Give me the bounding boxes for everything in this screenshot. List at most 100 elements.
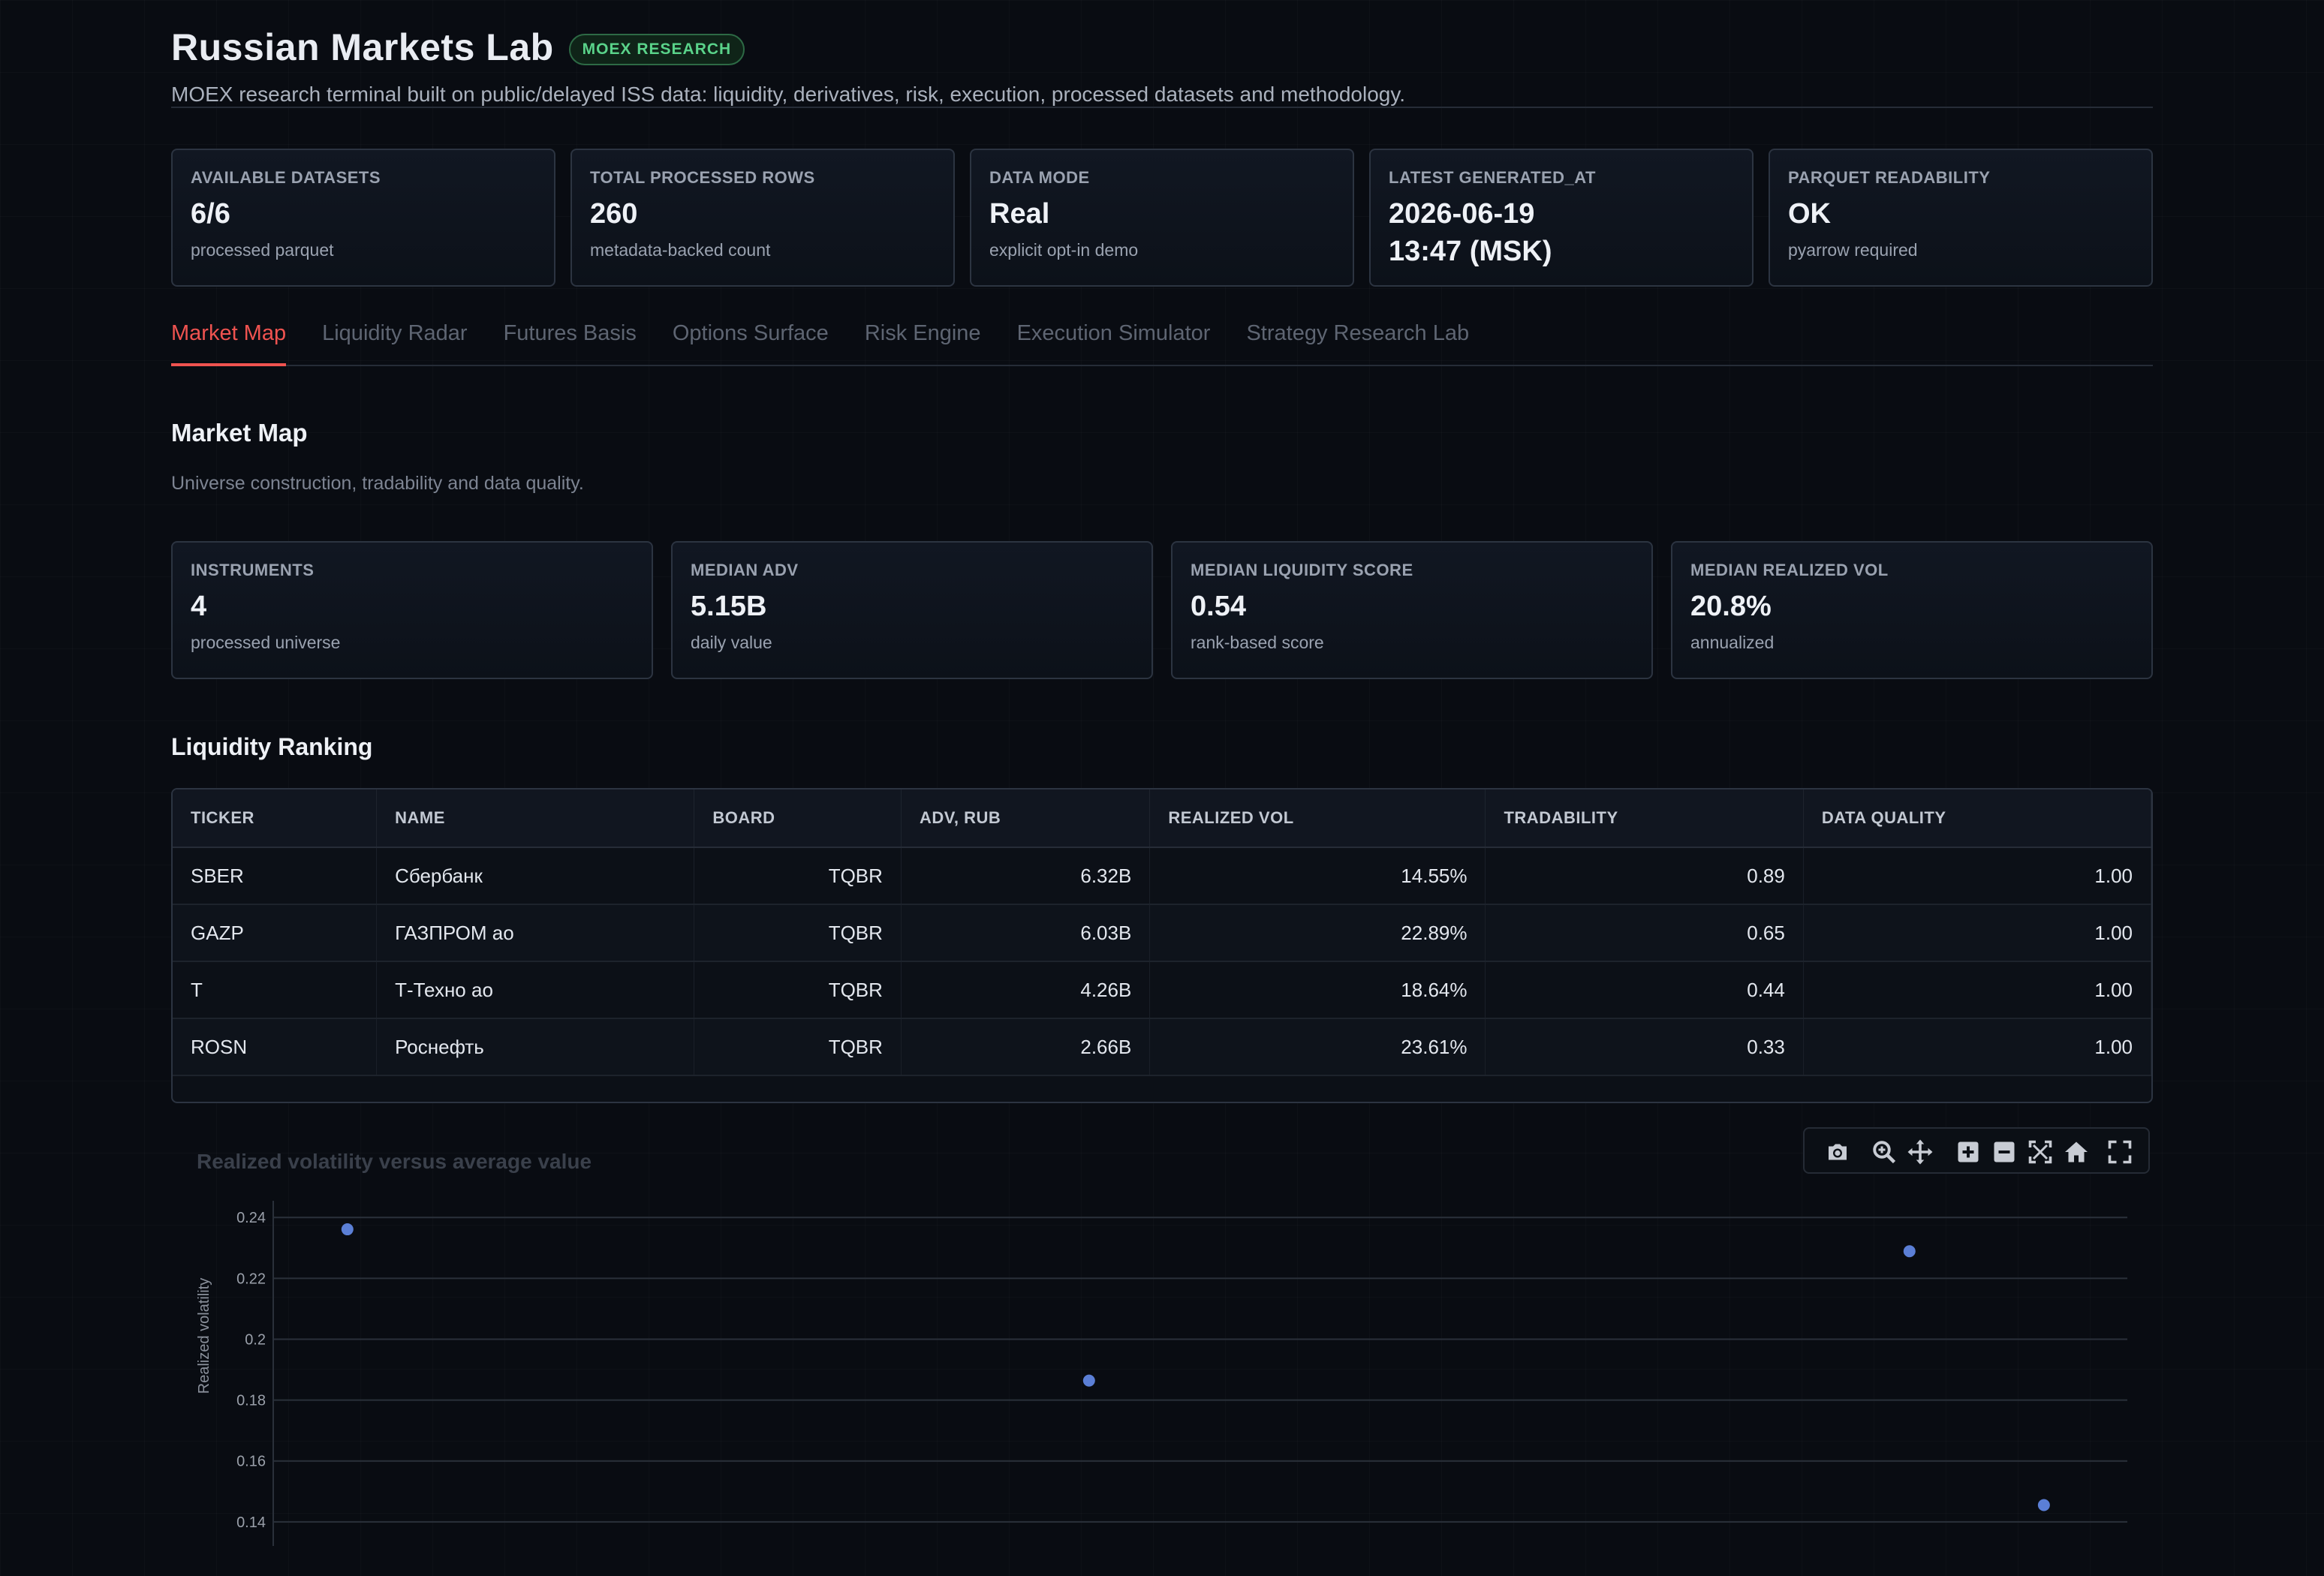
kpi-value: OK: [1788, 198, 1831, 230]
tab-market-map[interactable]: Market Map: [171, 312, 287, 366]
y-tick-label: 0.18: [236, 1393, 266, 1409]
section-subtitle: Universe construction, tradability and d…: [171, 473, 584, 494]
summary-value: 4: [191, 591, 207, 622]
y-axis-label: Realized volatility: [196, 1278, 212, 1394]
tab-execution-simulator[interactable]: Execution Simulator: [1017, 312, 1211, 365]
kpi-value-time: 13:47 (MSK): [1389, 236, 1552, 267]
column-header[interactable]: TICKER: [173, 790, 378, 848]
status-badge: MOEX RESEARCH: [568, 34, 745, 65]
scatter-plot[interactable]: 0.240.220.20.180.160.14 2.5B3B3.5B4B4.5B…: [171, 1126, 2153, 1546]
kpi-sub: metadata-backed count: [590, 240, 771, 260]
summary-card: INSTRUMENTS 4 processed universe: [171, 541, 653, 679]
table-row[interactable]: GAZP ГАЗПРОМ ао TQBR 6.03B 22.89% 0.65 1…: [173, 904, 2151, 962]
cell-ticker: GAZP: [173, 904, 378, 962]
section-title: Market Map: [171, 419, 308, 447]
cell-quality: 1.00: [1803, 904, 2151, 962]
scatter-point[interactable]: [1082, 1374, 1095, 1387]
tab-options-surface[interactable]: Options Surface: [673, 312, 829, 365]
summary-kpis: INSTRUMENTS 4 processed universe MEDIAN …: [171, 541, 2153, 679]
cell-board: TQBR: [694, 847, 902, 905]
cell-adv: 2.66B: [901, 1018, 1151, 1076]
liquidity-ranking-table: TICKER NAME BOARD ADV, RUB REALIZED VOL …: [171, 788, 2153, 1103]
cell-tradability: 0.44: [1485, 961, 1804, 1019]
kpi-label: DATA MODE: [989, 168, 1090, 187]
cell-board: TQBR: [694, 904, 902, 962]
column-header[interactable]: ADV, RUB: [901, 790, 1151, 848]
cell-vol: 23.61%: [1149, 1018, 1486, 1076]
table-header-row: TICKER NAME BOARD ADV, RUB REALIZED VOL …: [173, 790, 2151, 848]
cell-ticker: T: [173, 961, 378, 1019]
cell-quality: 1.00: [1803, 1018, 2151, 1076]
kpi-value: Real: [989, 198, 1050, 230]
scatter-point[interactable]: [341, 1223, 354, 1236]
y-tick-label: 0.22: [236, 1271, 266, 1287]
summary-sub: rank-based score: [1191, 633, 1324, 652]
cell-tradability: 0.65: [1485, 904, 1804, 962]
column-header[interactable]: NAME: [376, 790, 695, 848]
cell-vol: 18.64%: [1149, 961, 1486, 1019]
y-tick-label: 0.16: [236, 1454, 266, 1470]
summary-label: MEDIAN ADV: [691, 561, 799, 579]
kpi-sub: explicit opt-in demo: [989, 240, 1139, 260]
kpi-card: DATA MODE Real explicit opt-in demo: [970, 149, 1354, 287]
summary-label: INSTRUMENTS: [191, 561, 315, 579]
app-title: Russian Markets Lab: [171, 26, 554, 68]
cell-ticker: SBER: [173, 847, 378, 905]
cell-name: Т-Техно ао: [376, 961, 695, 1019]
cell-name: Сбербанк: [376, 847, 695, 905]
cell-adv: 6.03B: [901, 904, 1151, 962]
cell-tradability: 0.33: [1485, 1018, 1804, 1076]
summary-card: MEDIAN ADV 5.15B daily value: [671, 541, 1153, 679]
cell-vol: 22.89%: [1149, 904, 1486, 962]
kpi-card: LATEST GENERATED_AT 2026-06-19 13:47 (MS…: [1369, 149, 1754, 287]
summary-value: 0.54: [1191, 591, 1246, 622]
y-tick-label: 0.14: [236, 1514, 266, 1531]
cell-adv: 6.32B: [901, 847, 1151, 905]
y-tick-label: 0.24: [236, 1210, 266, 1226]
cell-name: Роснефть: [376, 1018, 695, 1076]
cell-ticker: ROSN: [173, 1018, 378, 1076]
tab-bar: Market Map Liquidity Radar Futures Basis…: [171, 312, 2153, 366]
kpi-value: 6/6: [191, 198, 230, 230]
cell-quality: 1.00: [1803, 847, 2151, 905]
app-subtitle: MOEX research terminal built on public/d…: [171, 83, 1406, 106]
ranking-title: Liquidity Ranking: [171, 733, 373, 760]
kpi-value: 260: [590, 198, 638, 230]
kpi-card: PARQUET READABILITY OK pyarrow required: [1769, 149, 2153, 287]
summary-sub: daily value: [691, 633, 772, 652]
summary-sub: processed universe: [191, 633, 341, 652]
kpi-sub: pyarrow required: [1788, 240, 1918, 260]
tab-futures-basis[interactable]: Futures Basis: [504, 312, 637, 365]
cell-tradability: 0.89: [1485, 847, 1804, 905]
column-header[interactable]: TRADABILITY: [1485, 790, 1804, 848]
kpi-label: TOTAL PROCESSED ROWS: [590, 168, 815, 187]
kpi-card: TOTAL PROCESSED ROWS 260 metadata-backed…: [570, 149, 955, 287]
cell-quality: 1.00: [1803, 961, 2151, 1019]
column-header[interactable]: DATA QUALITY: [1803, 790, 2151, 848]
cell-adv: 4.26B: [901, 961, 1151, 1019]
kpi-value-date: 2026-06-19: [1389, 198, 1535, 230]
summary-label: MEDIAN REALIZED VOL: [1690, 561, 1889, 579]
kpi-card: AVAILABLE DATASETS 6/6 processed parquet: [171, 149, 555, 287]
summary-card: MEDIAN LIQUIDITY SCORE 0.54 rank-based s…: [1171, 541, 1653, 679]
cell-board: TQBR: [694, 1018, 902, 1076]
app-root: Russian Markets Lab MOEX RESEARCH MOEX r…: [171, 0, 2153, 1546]
summary-card: MEDIAN REALIZED VOL 20.8% annualized: [1671, 541, 2153, 679]
scatter-point[interactable]: [1903, 1245, 1916, 1258]
tab-risk-engine[interactable]: Risk Engine: [865, 312, 981, 365]
tab-liquidity-radar[interactable]: Liquidity Radar: [322, 312, 467, 365]
column-header[interactable]: BOARD: [694, 790, 902, 848]
cell-board: TQBR: [694, 961, 902, 1019]
table-row[interactable]: ROSN Роснефть TQBR 2.66B 23.61% 0.33 1.0…: [173, 1018, 2151, 1076]
table-row[interactable]: SBER Сбербанк TQBR 6.32B 14.55% 0.89 1.0…: [173, 847, 2151, 905]
kpi-label: AVAILABLE DATASETS: [191, 168, 381, 187]
scatter-point[interactable]: [2037, 1499, 2050, 1511]
page-header: Russian Markets Lab MOEX RESEARCH MOEX r…: [171, 0, 2153, 108]
kpi-label: PARQUET READABILITY: [1788, 168, 1991, 187]
tab-strategy-research-lab[interactable]: Strategy Research Lab: [1246, 312, 1469, 365]
summary-sub: annualized: [1690, 633, 1775, 652]
table-row[interactable]: T Т-Техно ао TQBR 4.26B 18.64% 0.44 1.00: [173, 961, 2151, 1019]
scatter-chart-panel: Realized volatility versus average value: [171, 1126, 2153, 1546]
kpi-label: LATEST GENERATED_AT: [1389, 168, 1596, 187]
column-header[interactable]: REALIZED VOL: [1149, 790, 1486, 848]
